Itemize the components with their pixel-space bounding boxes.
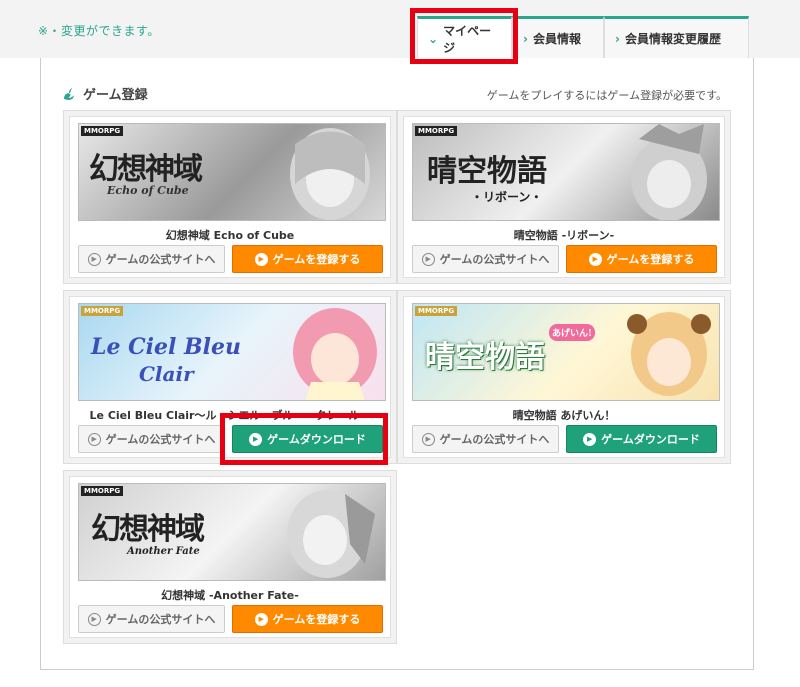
official-site-label: ゲームの公式サイトへ [105,253,216,266]
tab-label: 会員情報変更履歴 [624,32,721,46]
play-circle-icon: ▶ [583,432,597,446]
game-name: 晴空物語 -リボーン- [513,229,615,242]
banner-logo: 幻想神域 [89,152,203,187]
top-bar: ※・変更ができます。 ⌄ マイページ › 会員情報 › 会員情報変更履歴 [0,0,800,58]
register-game-button[interactable]: ▶ ゲームを登録する [232,245,383,273]
play-circle-icon: ▶ [87,252,101,266]
section-note: ゲームをプレイするにはゲーム登録が必要です。 [486,89,727,102]
official-site-label: ゲームの公式サイトへ [439,433,550,446]
register-game-label: ゲームを登録する [272,253,361,266]
play-circle-icon: ▶ [254,612,268,626]
banner-subtitle: Another Fate [127,546,200,557]
game-card: MMORPG 幻想神域 Another Fate 幻想神域 -Another F… [63,470,397,644]
tab-member-history[interactable]: › 会員情報変更履歴 [604,16,749,58]
tab-member-info[interactable]: › 会員情報 [512,16,604,58]
game-card-inner: MMORPG 晴空物語 あげいん! 晴空物語 あげいん！ ▶ ゲームの公式サイト… [403,296,725,458]
genre-badge: MMORPG [81,126,124,136]
download-game-label: ゲームダウンロード [601,433,700,446]
genre-badge: MMORPG [415,126,458,136]
genre-badge: MMORPG [81,306,124,316]
genre-badge: MMORPG [81,486,124,496]
play-circle-icon: ▶ [421,252,435,266]
header-notice: ※・変更ができます。 [38,24,160,38]
official-site-button[interactable]: ▶ ゲームの公式サイトへ [78,245,225,273]
play-circle-icon: ▶ [87,432,101,446]
register-game-button[interactable]: ▶ ゲームを登録する [566,245,717,273]
game-name: 幻想神域 -Another Fate- [161,589,299,602]
game-name: 晴空物語 あげいん！ [512,409,616,422]
tab-label: 会員情報 [532,32,581,46]
official-site-label: ゲームの公式サイトへ [105,433,216,446]
register-game-button[interactable]: ▶ ゲームを登録する [232,605,383,633]
official-site-button[interactable]: ▶ ゲームの公式サイトへ [78,605,225,633]
character-art [287,490,375,578]
game-card: MMORPG 晴空物語 あげいん! 晴空物語 あげいん！ ▶ ゲームの公式サイト… [397,290,731,464]
banner-subtitle: あげいん! [549,324,595,341]
character-art [290,128,370,220]
register-game-label: ゲームを登録する [272,613,361,626]
play-circle-icon: ▶ [421,432,435,446]
register-game-label: ゲームを登録する [606,253,695,266]
play-circle-icon: ▶ [588,252,602,266]
game-registration-panel: ゲーム登録 ゲームをプレイするにはゲーム登録が必要です。 MMORPG 幻想神域… [40,58,754,670]
banner-logo: 幻想神域 [91,512,205,547]
character-art [627,312,711,396]
official-site-label: ゲームの公式サイトへ [439,253,550,266]
game-banner[interactable]: MMORPG 晴空物語 あげいん! [412,303,720,401]
game-card-inner: MMORPG 幻想神域 Another Fate 幻想神域 -Another F… [69,476,391,638]
game-banner[interactable]: MMORPG 幻想神域 Another Fate [78,483,386,581]
banner-subtitle: Echo of Cube [107,184,189,197]
official-site-button[interactable]: ▶ ゲームの公式サイトへ [412,425,559,453]
official-site-label: ゲームの公式サイトへ [105,613,216,626]
official-site-button[interactable]: ▶ ゲームの公式サイトへ [412,245,559,273]
character-art [631,124,707,220]
banner-subtitle: ・リボーン・ [471,190,543,204]
chevron-right-icon: › [615,31,620,46]
game-card-inner: MMORPG 幻想神域 Echo of Cube 幻想神域 Echo of Cu… [69,116,391,278]
game-banner[interactable]: MMORPG 幻想神域 Echo of Cube [78,123,386,221]
character-art [293,308,377,400]
game-banner[interactable]: MMORPG Le Ciel Bleu Clair [78,303,386,401]
banner-subtitle: Clair [139,362,194,386]
highlight-mypage-tab [410,8,518,64]
game-banner[interactable]: MMORPG 晴空物語 ・リボーン・ [412,123,720,221]
game-card-inner: MMORPG 晴空物語 ・リボーン・ 晴空物語 -リボーン- ▶ ゲームの公式サ… [403,116,725,278]
highlight-download-button [220,413,388,465]
section-title-text: ゲーム登録 [83,88,148,103]
genre-badge: MMORPG [415,306,458,316]
banner-logo: Le Ciel Bleu [91,334,241,360]
official-site-button[interactable]: ▶ ゲームの公式サイトへ [78,425,225,453]
chevron-right-icon: › [523,31,528,46]
section-title: ゲーム登録 [61,84,148,103]
game-name: 幻想神域 Echo of Cube [165,229,295,242]
banner-logo: 晴空物語 [425,340,545,375]
leaf-icon [64,87,74,100]
download-game-button[interactable]: ▶ ゲームダウンロード [566,425,717,453]
game-card: MMORPG 晴空物語 ・リボーン・ 晴空物語 -リボーン- ▶ ゲームの公式サ… [397,110,731,284]
banner-logo: 晴空物語 [427,154,547,189]
game-card: MMORPG 幻想神域 Echo of Cube 幻想神域 Echo of Cu… [63,110,397,284]
play-circle-icon: ▶ [254,252,268,266]
play-circle-icon: ▶ [87,612,101,626]
